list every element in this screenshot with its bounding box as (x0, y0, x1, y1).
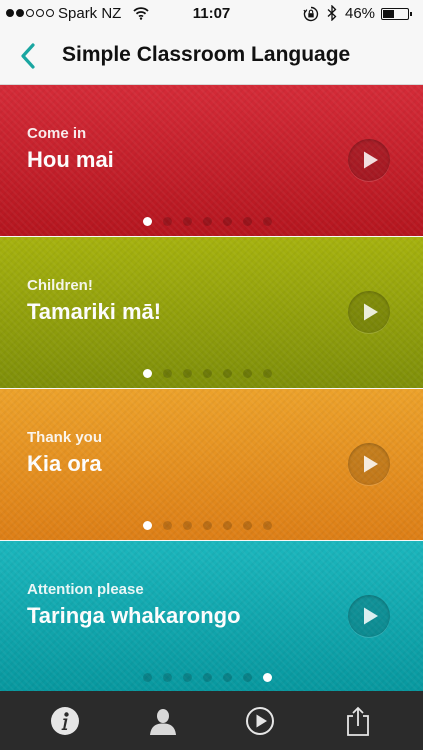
page-indicator (143, 521, 272, 530)
tab-share[interactable] (305, 691, 411, 750)
page-dot[interactable] (263, 217, 272, 226)
english-phrase: Come in (27, 125, 87, 142)
play-icon (246, 706, 274, 735)
page-dot[interactable] (183, 217, 192, 226)
maori-phrase: Taringa whakarongo (27, 603, 241, 628)
page-dot[interactable] (263, 369, 272, 378)
phrase-card[interactable]: Children! Tamariki mā! (0, 237, 423, 388)
page-dot[interactable] (243, 217, 252, 226)
page-dot[interactable] (223, 217, 232, 226)
page-indicator (143, 217, 272, 226)
tab-profile[interactable] (110, 691, 216, 750)
page-dot[interactable] (143, 521, 152, 530)
page-dot[interactable] (143, 369, 152, 378)
english-phrase: Children! (27, 277, 93, 294)
info-icon (51, 706, 79, 735)
page-dot[interactable] (243, 673, 252, 682)
english-phrase: Thank you (27, 429, 103, 446)
page-title: Simple Classroom Language (62, 43, 351, 66)
page-dot[interactable] (163, 521, 172, 530)
maori-phrase: Hou mai (27, 147, 114, 172)
bluetooth-icon (327, 4, 337, 25)
back-button[interactable] (14, 40, 44, 72)
page-dot[interactable] (223, 369, 232, 378)
tab-play[interactable] (207, 691, 313, 750)
battery-percentage: 46% (345, 5, 376, 22)
play-icon (364, 303, 378, 321)
page-dot[interactable] (163, 369, 172, 378)
page-dot[interactable] (203, 369, 212, 378)
page-indicator (143, 673, 272, 682)
play-icon (364, 151, 378, 169)
person-icon (150, 708, 176, 735)
play-audio-button[interactable] (348, 291, 390, 333)
phrase-card[interactable]: Come in Hou mai (0, 85, 423, 236)
page-dot[interactable] (183, 369, 192, 378)
rotation-lock-icon (303, 6, 319, 26)
maori-phrase: Tamariki mā! (27, 299, 162, 324)
page-dot[interactable] (183, 521, 192, 530)
page-dot[interactable] (203, 673, 212, 682)
navigation-bar: Simple Classroom Language (0, 28, 423, 85)
page-dot[interactable] (143, 217, 152, 226)
tab-bar (0, 691, 423, 750)
page-dot[interactable] (263, 673, 272, 682)
page-dot[interactable] (203, 217, 212, 226)
chevron-left-icon (21, 43, 35, 69)
phrase-card[interactable]: Attention please Taringa whakarongo (0, 541, 423, 692)
page-indicator (143, 369, 272, 378)
page-dot[interactable] (223, 673, 232, 682)
play-audio-button[interactable] (348, 443, 390, 485)
play-audio-button[interactable] (348, 139, 390, 181)
play-audio-button[interactable] (348, 595, 390, 637)
play-icon (364, 455, 378, 473)
battery-icon (381, 8, 412, 20)
tab-info[interactable] (12, 691, 118, 750)
phrase-card[interactable]: Thank you Kia ora (0, 389, 423, 540)
page-dot[interactable] (163, 673, 172, 682)
page-dot[interactable] (183, 673, 192, 682)
page-dot[interactable] (263, 521, 272, 530)
share-icon (347, 706, 369, 736)
page-dot[interactable] (143, 673, 152, 682)
app-screen: Spark NZ 11:07 46% Simple Classroom Lang… (0, 0, 423, 750)
page-dot[interactable] (243, 521, 252, 530)
maori-phrase: Kia ora (27, 451, 102, 476)
page-dot[interactable] (163, 217, 172, 226)
page-dot[interactable] (203, 521, 212, 530)
english-phrase: Attention please (27, 581, 144, 598)
page-dot[interactable] (243, 369, 252, 378)
play-icon (364, 607, 378, 625)
page-dot[interactable] (223, 521, 232, 530)
status-bar: Spark NZ 11:07 46% (0, 0, 423, 28)
